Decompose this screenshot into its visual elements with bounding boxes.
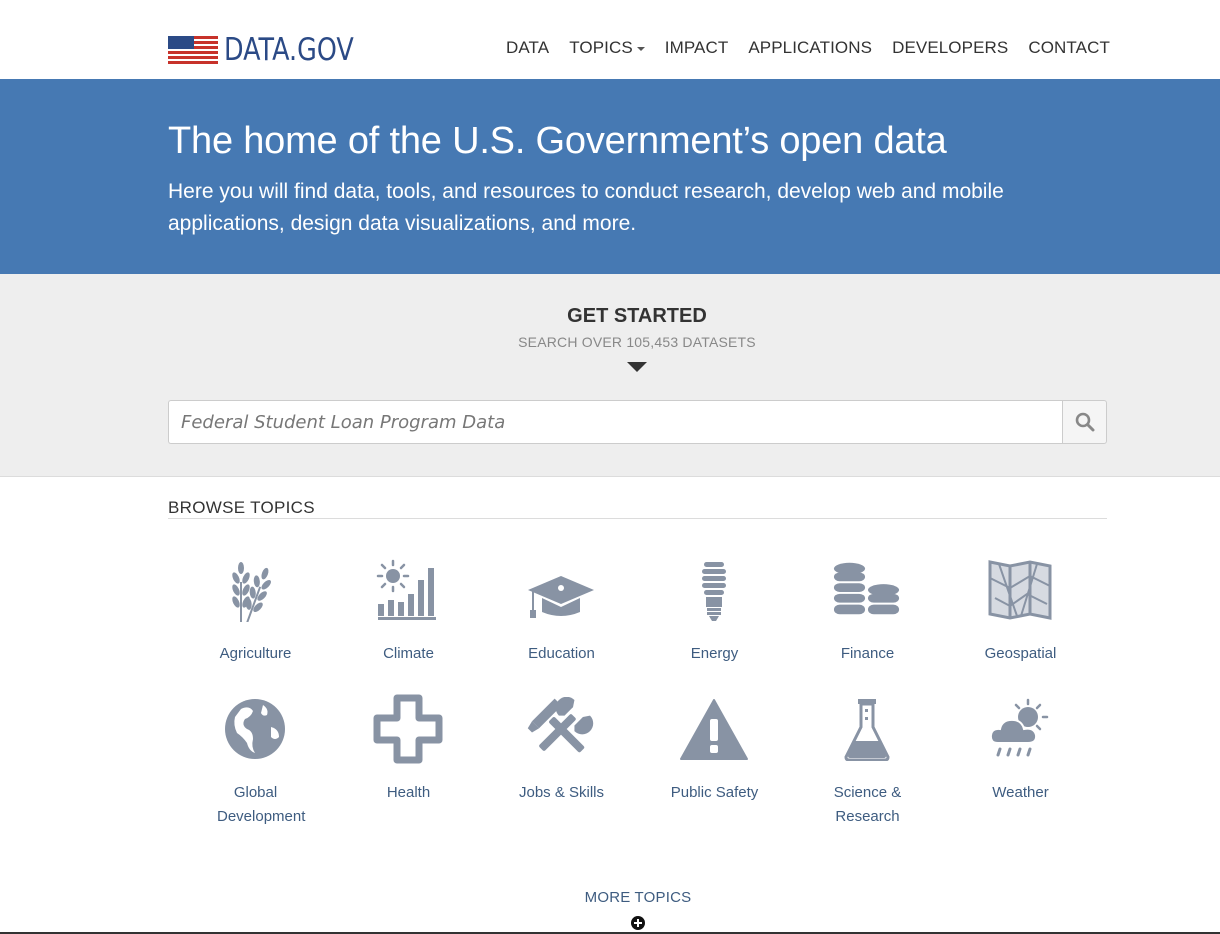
sun-chart-icon	[373, 556, 443, 624]
topic-label: Weather	[992, 784, 1049, 801]
browse-topics-heading: BROWSE TOPICS	[168, 498, 315, 517]
topic-label: Agriculture	[219, 645, 292, 662]
lightbulb-icon	[679, 556, 749, 624]
main-nav: DATA TOPICS IMPACT APPLICATIONS DEVELOPE…	[506, 36, 1130, 60]
search-button[interactable]	[1062, 400, 1107, 444]
nav-topics[interactable]: TOPICS	[569, 36, 645, 60]
wheat-icon	[220, 556, 290, 624]
map-icon	[985, 556, 1055, 624]
nav-developers[interactable]: DEVELOPERS	[892, 36, 1008, 60]
get-started-title: GET STARTED	[567, 305, 707, 327]
nav-contact[interactable]: CONTACT	[1028, 36, 1110, 60]
nav-data[interactable]: DATA	[506, 36, 549, 60]
plus-circle-icon[interactable]	[631, 916, 645, 930]
tools-icon	[526, 695, 596, 763]
coins-icon	[832, 556, 902, 624]
topic-label: Jobs & Skills	[518, 784, 605, 801]
weather-icon	[985, 695, 1055, 763]
hero-subtitle: Here you will find data, tools, and reso…	[168, 180, 1004, 235]
search-input[interactable]	[168, 400, 1062, 444]
nav-impact[interactable]: IMPACT	[665, 36, 729, 60]
graduation-cap-icon	[526, 556, 596, 624]
search-icon	[1075, 412, 1094, 432]
nav-topics-label: TOPICS	[569, 38, 633, 57]
site-header: DATA.GOV DATA TOPICS IMPACT APPLICATIONS…	[0, 0, 1220, 79]
nav-applications[interactable]: APPLICATIONS	[748, 36, 872, 60]
site-logo[interactable]: DATA.GOV	[168, 33, 382, 67]
get-started-section: GET STARTED SEARCH OVER 105,453 DATASETS	[0, 274, 1220, 477]
topic-label: Science & Research	[833, 784, 902, 825]
hero-banner: The home of the U.S. Government’s open d…	[0, 79, 1220, 274]
globe-icon	[220, 695, 290, 763]
divider	[168, 518, 1107, 519]
topic-label: Global Development	[217, 784, 306, 825]
search-form	[168, 400, 1107, 444]
topic-label: Education	[528, 645, 595, 662]
more-topics-link[interactable]: MORE TOPICS	[560, 889, 716, 906]
caret-down-icon	[636, 46, 645, 51]
warning-icon	[679, 695, 749, 763]
flask-icon	[832, 695, 902, 763]
logo-text: DATA.GOV	[224, 32, 354, 68]
hero-title: The home of the U.S. Government’s open d…	[168, 120, 947, 162]
topic-label: Health	[386, 784, 431, 801]
health-cross-icon	[373, 694, 443, 764]
flag-icon	[168, 36, 218, 64]
topic-label: Finance	[840, 645, 895, 662]
topic-label: Climate	[383, 645, 434, 662]
topic-label: Energy	[690, 645, 739, 662]
dataset-count: SEARCH OVER 105,453 DATASETS	[518, 334, 756, 350]
arrow-down-icon	[627, 362, 647, 372]
topic-label: Public Safety	[670, 784, 759, 801]
topic-label: Geospatial	[984, 645, 1057, 662]
